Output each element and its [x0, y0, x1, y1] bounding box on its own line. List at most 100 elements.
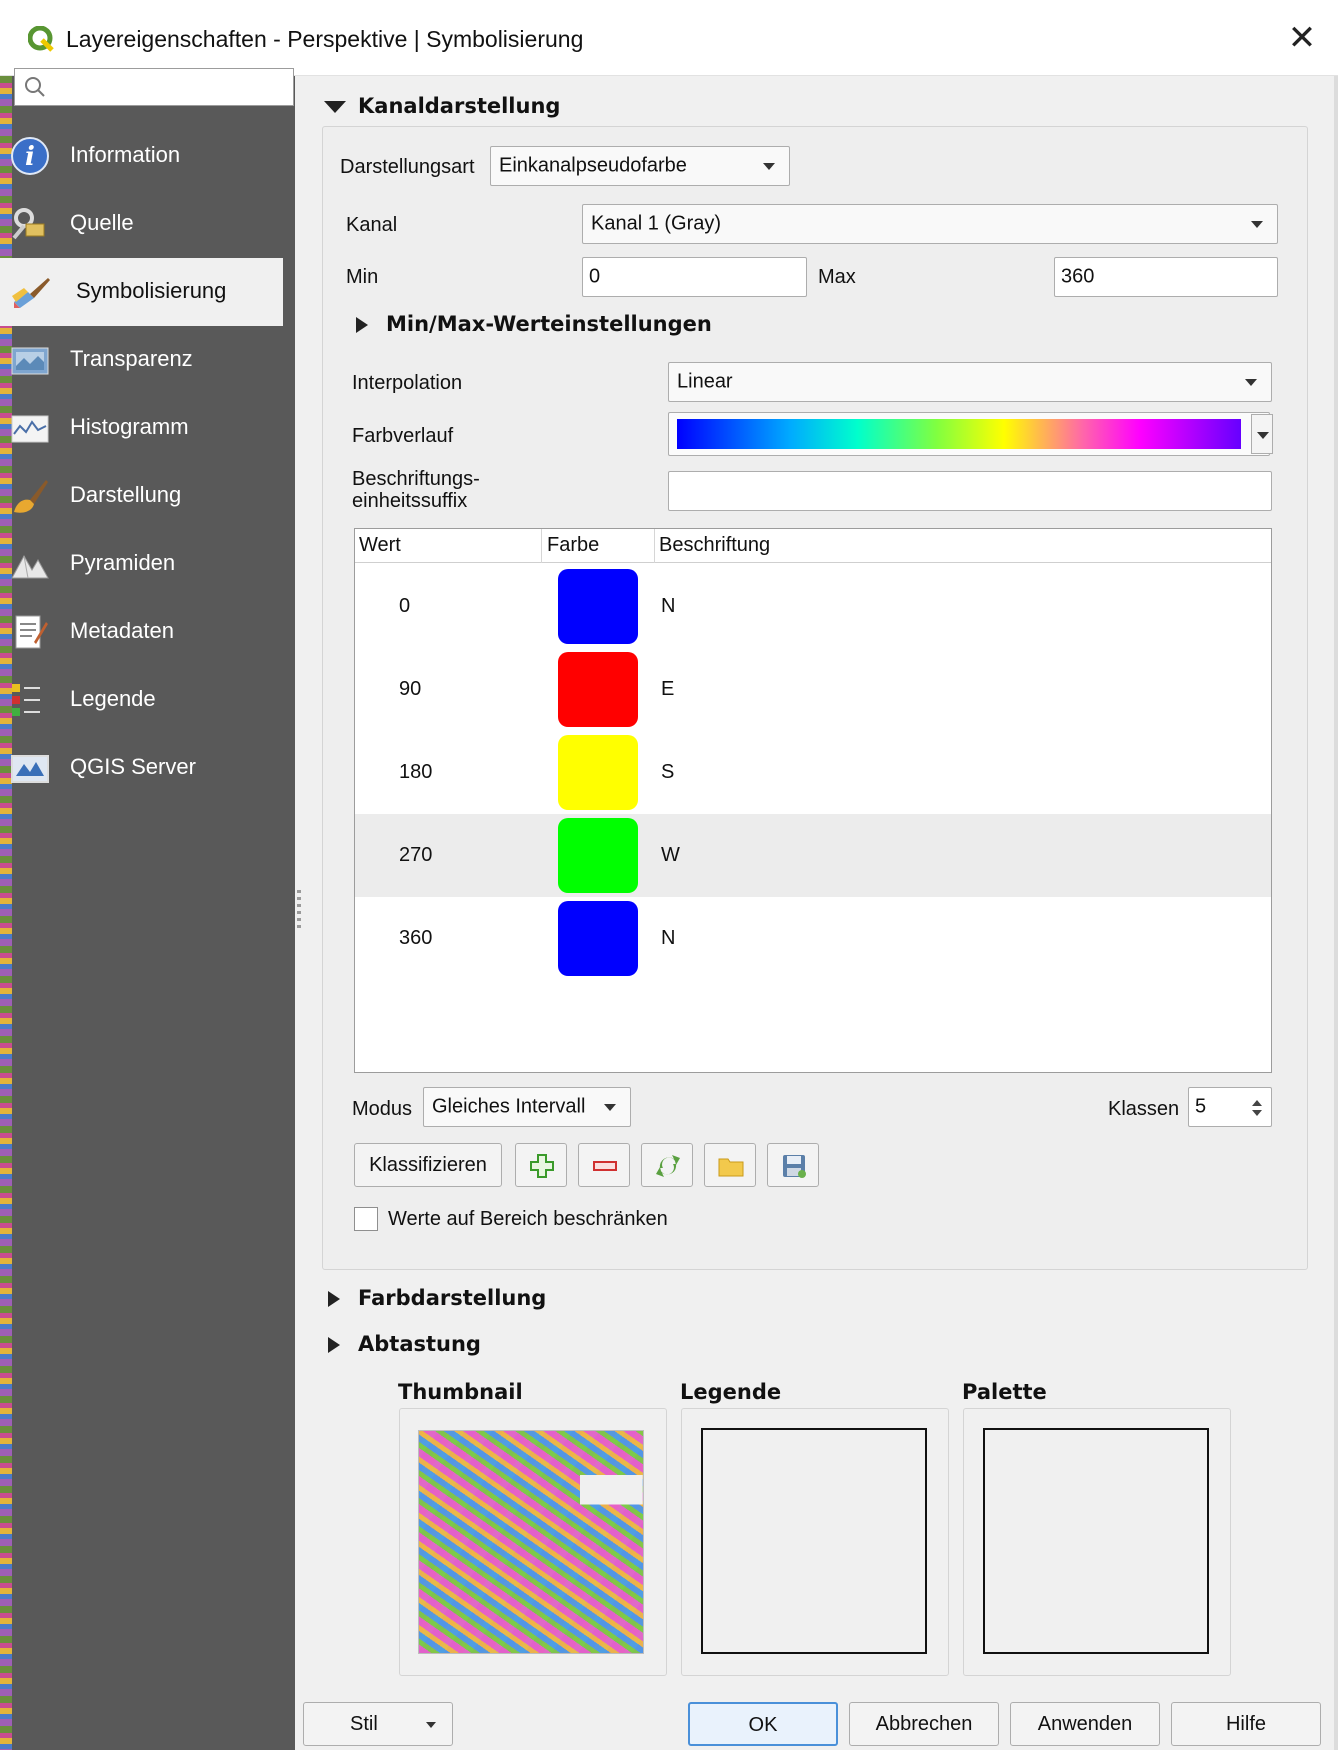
clip-values-checkbox[interactable] [354, 1207, 378, 1231]
sidebar-item-qgis-server[interactable]: QGIS Server [0, 734, 283, 802]
chevron-down-icon [763, 163, 775, 170]
classes-spinbox[interactable]: 5 [1188, 1087, 1272, 1127]
remove-entry-button[interactable] [578, 1143, 630, 1187]
band-rendering-header[interactable]: Kanaldarstellung [324, 94, 560, 118]
sidebar-item-label: Pyramiden [70, 550, 176, 575]
band-value: Kanal 1 (Gray) [591, 212, 722, 235]
cell-value[interactable]: 90 [399, 678, 421, 701]
band-rendering-title: Kanaldarstellung [358, 94, 561, 118]
color-map-table[interactable]: Wert Farbe Beschriftung 0 N 90 E 180 S 2… [354, 528, 1272, 1073]
sidebar-item-label: Darstellung [70, 482, 182, 507]
color-rendering-header[interactable]: Farbdarstellung [328, 1286, 546, 1310]
ok-button[interactable]: OK [688, 1702, 838, 1746]
color-ramp-menu-button[interactable] [1251, 414, 1273, 454]
sidebar-item-transparency[interactable]: Transparenz [0, 326, 283, 394]
sidebar-item-metadata[interactable]: Metadaten [0, 598, 283, 666]
minus-icon [593, 1161, 617, 1171]
legend-title: Legende [680, 1380, 782, 1404]
apply-button[interactable]: Anwenden [1010, 1702, 1160, 1746]
table-row[interactable]: 270 W [355, 814, 1271, 897]
close-icon: ✕ [1287, 19, 1317, 57]
sidebar-item-legend[interactable]: Legende [0, 666, 283, 734]
load-color-map-button[interactable] [704, 1143, 756, 1187]
cell-value[interactable]: 0 [399, 595, 410, 618]
cell-label[interactable]: N [661, 595, 675, 618]
legend-preview [701, 1428, 927, 1654]
column-header-label[interactable]: Beschriftung [659, 534, 770, 557]
sidebar-item-pyramids[interactable]: Pyramiden [0, 530, 283, 598]
color-swatch[interactable] [558, 652, 638, 727]
minmax-settings-title: Min/Max-Werteinstellungen [386, 312, 712, 336]
cell-label[interactable]: W [661, 844, 680, 867]
max-value: 360 [1061, 265, 1095, 288]
label-suffix-input[interactable] [668, 471, 1272, 511]
cell-value[interactable]: 180 [399, 761, 432, 784]
add-entry-button[interactable] [515, 1143, 567, 1187]
help-button[interactable]: Hilfe [1171, 1702, 1321, 1746]
min-input[interactable]: 0 [582, 257, 807, 297]
sidebar-item-label: Metadaten [70, 618, 174, 643]
max-input[interactable]: 360 [1054, 257, 1278, 297]
spin-arrows-icon[interactable] [1249, 1096, 1265, 1120]
classes-label: Klassen [1108, 1098, 1180, 1120]
cell-label[interactable]: S [661, 761, 674, 784]
color-ramp-preview [677, 419, 1241, 449]
interpolation-value: Linear [677, 370, 733, 393]
splitter-handle[interactable] [297, 890, 301, 930]
chevron-down-icon [1251, 221, 1263, 228]
color-rendering-title: Farbdarstellung [358, 1286, 547, 1310]
sidebar-item-symbology[interactable]: Symbolisierung [0, 258, 283, 326]
minmax-settings-header[interactable]: Min/Max-Werteinstellungen [356, 312, 712, 336]
style-menu-button[interactable]: Stil [303, 1702, 453, 1746]
cell-value[interactable]: 270 [399, 844, 432, 867]
sidebar-item-label: Histogramm [70, 414, 189, 439]
classify-button[interactable]: Klassifizieren [354, 1143, 502, 1187]
render-type-select[interactable]: Einkanalpseudofarbe [490, 146, 790, 186]
table-row[interactable]: 360 N [355, 897, 1271, 980]
resampling-title: Abtastung [358, 1332, 481, 1356]
column-separator [654, 529, 655, 563]
reload-colors-button[interactable] [641, 1143, 693, 1187]
server-icon [11, 755, 49, 783]
column-header-color[interactable]: Farbe [547, 534, 599, 557]
color-swatch[interactable] [558, 735, 638, 810]
expand-right-icon [328, 1291, 340, 1307]
band-label: Kanal [346, 214, 398, 236]
cell-value[interactable]: 360 [399, 927, 432, 950]
cell-label[interactable]: E [661, 678, 674, 701]
thumbnail-image [418, 1430, 644, 1654]
qgis-logo-icon [28, 26, 54, 52]
band-select[interactable]: Kanal 1 (Gray) [582, 204, 1278, 244]
sidebar-item-label: QGIS Server [70, 754, 196, 779]
expand-right-icon [356, 317, 368, 333]
clip-values-label[interactable]: Werte auf Bereich beschränken [388, 1208, 668, 1231]
export-color-map-button[interactable] [767, 1143, 819, 1187]
palette-title: Palette [962, 1380, 1047, 1404]
mode-value: Gleiches Intervall [432, 1095, 586, 1118]
sidebar-item-source[interactable]: Quelle [0, 190, 283, 258]
sidebar-item-histogram[interactable]: Histogramm [0, 394, 283, 462]
color-swatch[interactable] [558, 818, 638, 893]
color-swatch[interactable] [558, 901, 638, 976]
table-row[interactable]: 90 E [355, 648, 1271, 731]
mode-select[interactable]: Gleiches Intervall [423, 1087, 631, 1127]
table-row[interactable]: 180 S [355, 731, 1271, 814]
transparency-icon [11, 347, 49, 375]
color-swatch[interactable] [558, 569, 638, 644]
render-type-value: Einkanalpseudofarbe [499, 154, 687, 177]
sidebar-search-input[interactable] [14, 68, 294, 106]
resampling-header[interactable]: Abtastung [328, 1332, 481, 1356]
sidebar-item-rendering[interactable]: Darstellung [0, 462, 283, 530]
plus-icon [530, 1154, 554, 1178]
save-icon [783, 1155, 806, 1178]
cell-label[interactable]: N [661, 927, 675, 950]
cancel-button[interactable]: Abbrechen [849, 1702, 999, 1746]
expand-right-icon [328, 1337, 340, 1353]
interpolation-select[interactable]: Linear [668, 362, 1272, 402]
color-ramp-button[interactable] [668, 412, 1270, 456]
table-row[interactable]: 0 N [355, 565, 1271, 648]
chevron-down-icon [1257, 432, 1269, 439]
close-button[interactable]: ✕ [1272, 16, 1332, 60]
sidebar-item-information[interactable]: i Information [0, 122, 283, 190]
column-header-value[interactable]: Wert [359, 534, 401, 557]
